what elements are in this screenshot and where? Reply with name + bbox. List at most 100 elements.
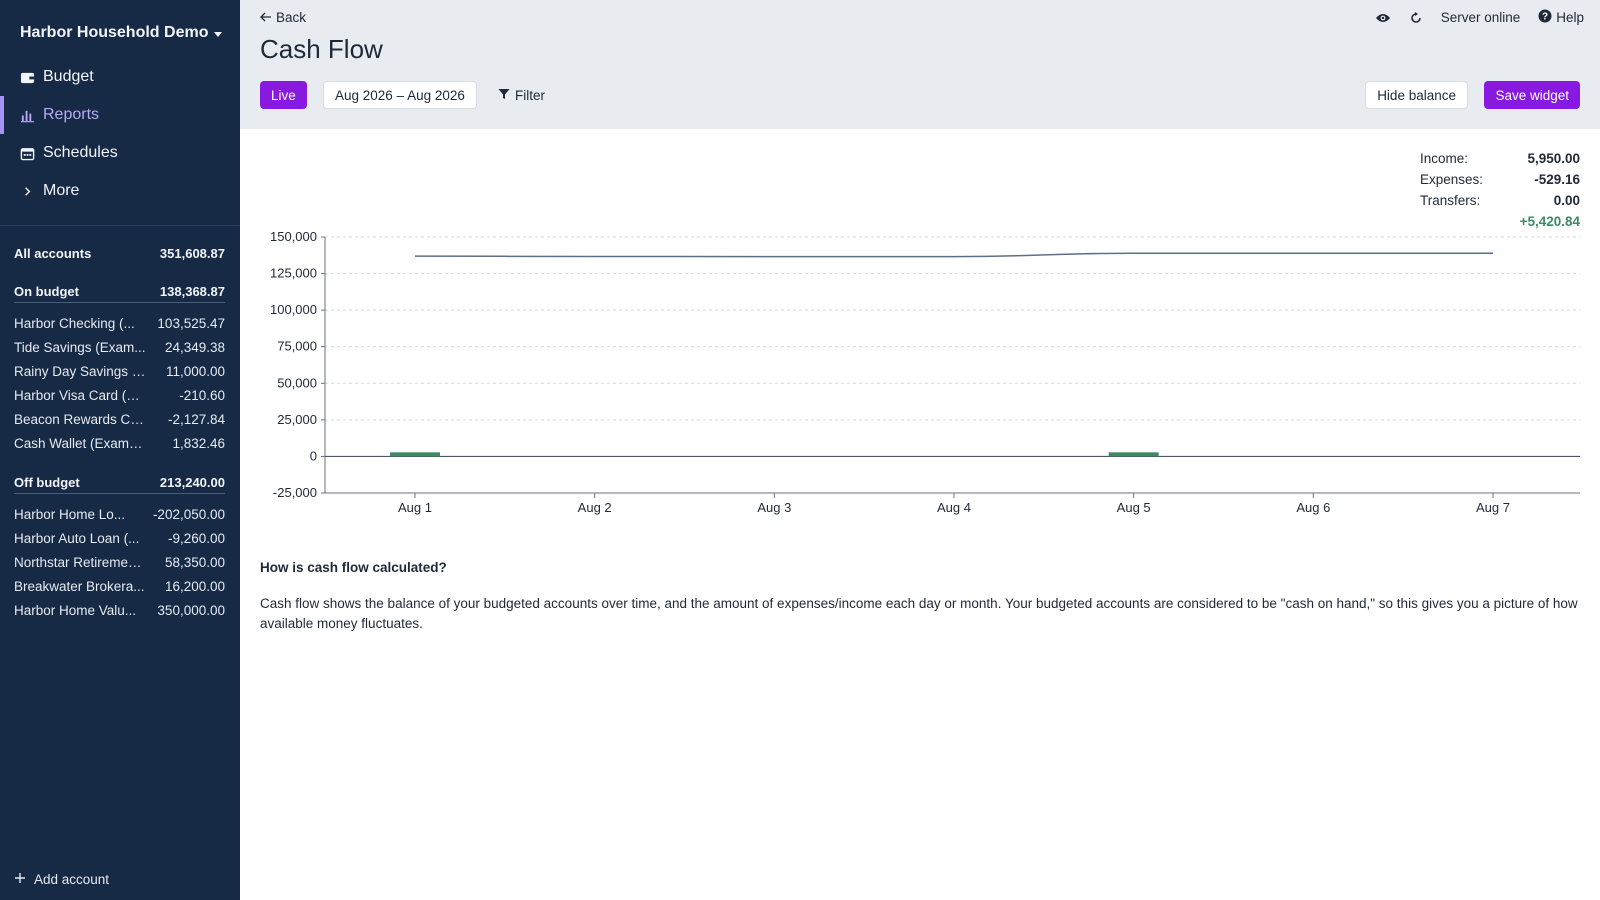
add-account-label: Add account	[34, 872, 110, 887]
faq-answer: Cash flow shows the balance of your budg…	[260, 596, 1578, 631]
budget-switcher[interactable]: Harbor Household Demo	[20, 24, 223, 42]
eye-icon[interactable]	[1375, 12, 1391, 24]
account-name: Northstar Retiremen...	[14, 554, 146, 570]
y-tick-label: 50,000	[277, 375, 317, 390]
x-tick-label: Aug 6	[1296, 500, 1330, 515]
plus-icon	[14, 872, 26, 887]
y-tick-label: 25,000	[277, 412, 317, 427]
account-row[interactable]: Harbor Visa Card (Ex... -210.60	[14, 383, 225, 407]
income-value: 5,950.00	[1527, 151, 1580, 166]
account-name: Harbor Auto Loan (...	[14, 530, 140, 546]
account-name: Rainy Day Savings (...	[14, 363, 146, 379]
account-name: Harbor Home Valu...	[14, 602, 137, 618]
account-balance: 1,832.46	[172, 435, 225, 451]
filter-icon	[498, 88, 510, 103]
page-title: Cash Flow	[260, 34, 383, 64]
x-tick-label: Aug 1	[398, 500, 432, 515]
account-row[interactable]: Harbor Home Lo... -202,050.00	[14, 502, 225, 526]
sidebar-divider	[0, 225, 240, 226]
live-button[interactable]: Live	[260, 81, 307, 109]
filter-button[interactable]: Filter	[492, 81, 551, 109]
account-row[interactable]: Tide Savings (Exam... 24,349.38	[14, 335, 225, 359]
totals-summary: Income: 5,950.00 Expenses: -529.16 Transfe…	[1420, 148, 1580, 232]
expenses-label: Expenses:	[1420, 172, 1484, 187]
hide-balance-button[interactable]: Hide balance	[1365, 81, 1468, 109]
filter-label: Filter	[515, 87, 545, 103]
account-name: Harbor Visa Card (Ex...	[14, 387, 146, 403]
account-row[interactable]: Northstar Retiremen... 58,350.00	[14, 550, 225, 574]
income-bar	[390, 452, 440, 457]
wallet-icon	[20, 70, 35, 85]
account-balance: 11,000.00	[165, 363, 225, 379]
y-tick-label: 100,000	[270, 302, 317, 317]
x-tick-label: Aug 3	[757, 500, 791, 515]
on-budget-label: On budget	[14, 284, 79, 299]
add-account-button[interactable]: Add account	[14, 872, 109, 887]
caret-down-icon	[214, 31, 223, 37]
account-row[interactable]: Rainy Day Savings (... 11,000.00	[14, 359, 225, 383]
help-button[interactable]: ? Help	[1538, 9, 1584, 26]
sync-icon[interactable]	[1409, 11, 1423, 25]
account-name: Cash Wallet (Example)	[14, 435, 146, 451]
account-name: Breakwater Brokera...	[14, 578, 145, 594]
y-tick-label: 0	[310, 448, 317, 463]
balance-line	[414, 252, 1493, 258]
svg-text:?: ?	[1542, 12, 1548, 23]
transfers-label: Transfers:	[1420, 193, 1481, 208]
off-budget-balance: 213,240.00	[159, 475, 225, 490]
x-tick-label: Aug 5	[1117, 500, 1151, 515]
save-widget-button[interactable]: Save widget	[1484, 81, 1580, 109]
account-row[interactable]: Beacon Rewards Ca... -2,127.84	[14, 407, 225, 431]
y-tick-label: -25,000	[273, 485, 317, 500]
off-budget-header[interactable]: Off budget 213,240.00	[14, 472, 225, 494]
nav-item-budget[interactable]: Budget	[0, 58, 240, 96]
on-budget-section: On budget 138,368.87 Harbor Checking (..…	[14, 281, 225, 455]
topbar-right: Server online ? Help	[1375, 9, 1584, 26]
on-budget-header[interactable]: On budget 138,368.87	[14, 281, 225, 303]
account-name: Beacon Rewards Ca...	[14, 411, 146, 427]
account-row[interactable]: Harbor Home Valu... 350,000.00	[14, 598, 225, 622]
account-balance: -210.60	[179, 387, 225, 403]
account-row[interactable]: Cash Wallet (Example) 1,832.46	[14, 431, 225, 455]
back-button[interactable]: Back	[260, 10, 306, 25]
account-balance: 16,200.00	[164, 578, 225, 594]
income-bar	[1108, 452, 1159, 457]
server-status[interactable]: Server online	[1441, 10, 1521, 25]
account-row[interactable]: Harbor Auto Loan (... -9,260.00	[14, 526, 225, 550]
on-budget-balance: 138,368.87	[159, 284, 225, 299]
nav-label-budget: Budget	[43, 68, 94, 85]
expenses-value: -529.16	[1534, 172, 1580, 187]
account-name: Harbor Checking (...	[14, 315, 135, 331]
calendar-icon	[20, 146, 35, 161]
cash-flow-chart[interactable]: 150,000 125,000 100,000 75,000 50,000 25,000 0…	[240, 225, 1600, 525]
all-accounts-label: All accounts	[14, 245, 92, 261]
account-name: Harbor Home Lo...	[14, 506, 126, 522]
sidebar: Harbor Household Demo Budget Reports Sch…	[0, 0, 240, 900]
chevron-right-icon	[20, 184, 35, 199]
all-accounts[interactable]: All accounts 351,608.87	[14, 242, 225, 264]
arrow-left-icon	[260, 10, 272, 25]
bar-chart-icon	[20, 108, 35, 123]
y-tick-label: 150,000	[270, 229, 317, 244]
back-label: Back	[276, 10, 307, 25]
date-range-button[interactable]: Aug 2026 – Aug 2026	[323, 81, 477, 109]
account-balance: -2,127.84	[167, 411, 225, 427]
nav-item-schedules[interactable]: Schedules	[0, 134, 240, 172]
account-balance: 350,000.00	[157, 602, 225, 618]
y-tick-label: 75,000	[277, 339, 317, 354]
account-row[interactable]: Harbor Checking (... 103,525.47	[14, 311, 225, 335]
nav-label-more: More	[43, 182, 80, 199]
help-label: Help	[1556, 10, 1584, 25]
nav-label-schedules: Schedules	[43, 144, 118, 161]
account-balance: 58,350.00	[164, 554, 225, 570]
faq-question: How is cash flow calculated?	[260, 560, 447, 575]
account-row[interactable]: Breakwater Brokera... 16,200.00	[14, 574, 225, 598]
account-balance: 24,349.38	[164, 339, 225, 355]
budget-name: Harbor Household Demo	[20, 24, 209, 41]
nav-item-reports[interactable]: Reports	[0, 96, 240, 134]
account-balance: -9,260.00	[167, 530, 225, 546]
nav-item-more[interactable]: More	[0, 172, 240, 210]
help-icon: ?	[1538, 9, 1552, 26]
y-tick-label: 125,000	[270, 266, 317, 281]
nav-label-reports: Reports	[43, 106, 100, 123]
